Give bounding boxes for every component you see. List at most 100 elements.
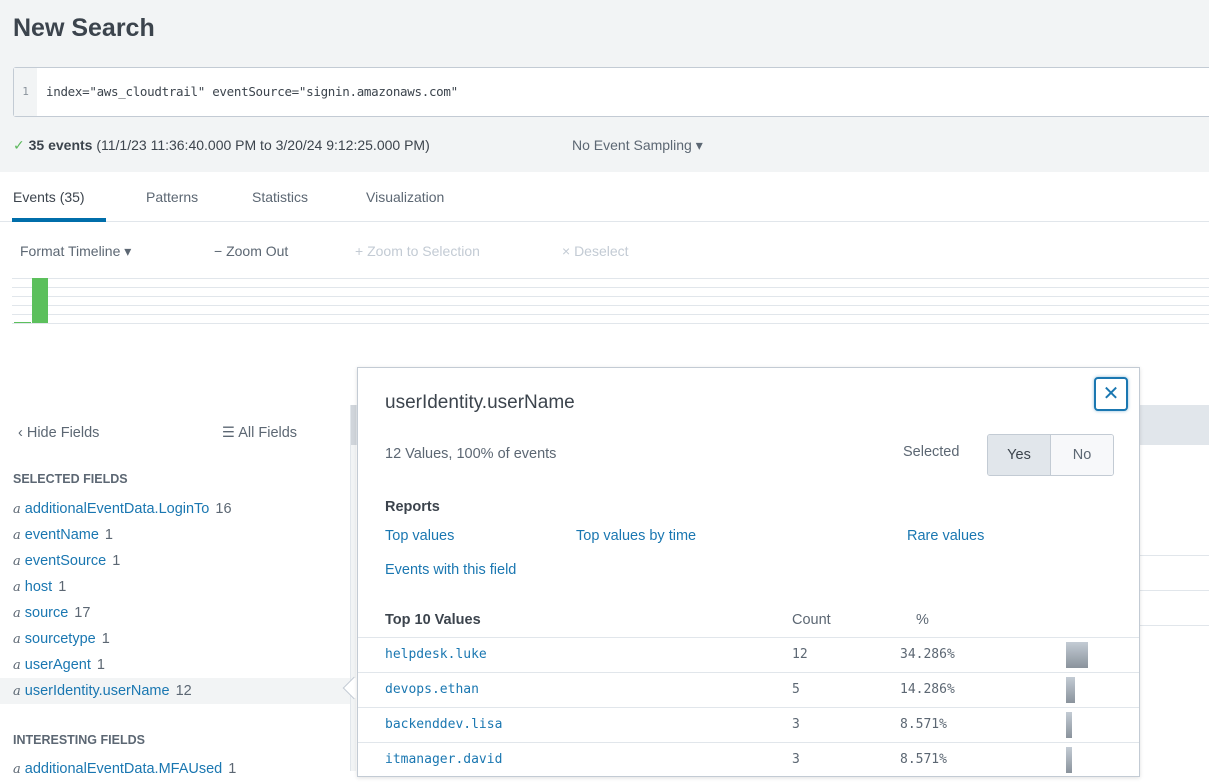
string-type-icon: a bbox=[13, 554, 21, 569]
field-count: 1 bbox=[58, 579, 67, 595]
fields-sidebar: ‹ Hide Fields ☰ All Fields SELECTED FIEL… bbox=[0, 403, 350, 777]
field-name[interactable]: sourcetype bbox=[25, 631, 96, 647]
field-count: 16 bbox=[215, 501, 232, 517]
top-values-link[interactable]: Top values bbox=[385, 528, 454, 544]
value-link[interactable]: backenddev.lisa bbox=[385, 717, 502, 732]
percent-bar bbox=[1066, 712, 1072, 738]
selected-toggle: Yes No bbox=[987, 434, 1114, 476]
values-summary: 12 Values, 100% of events bbox=[385, 446, 557, 462]
string-type-icon: a bbox=[13, 658, 21, 673]
table-row[interactable]: itmanager.david 3 8.571% bbox=[358, 742, 1139, 777]
field-item[interactable]: a additionalEventData.MFAUsed 1 bbox=[0, 756, 350, 782]
value-link[interactable]: itmanager.david bbox=[385, 752, 502, 767]
percent-header: % bbox=[916, 612, 929, 628]
deselect-button[interactable]: × Deselect bbox=[562, 243, 629, 259]
page-title: New Search bbox=[13, 14, 155, 42]
active-tab-indicator bbox=[12, 218, 106, 222]
search-input[interactable]: 1 index="aws_cloudtrail" eventSource="si… bbox=[13, 67, 1209, 117]
value-percent: 34.286% bbox=[900, 647, 955, 662]
timeline-gridline bbox=[12, 323, 1209, 324]
field-name[interactable]: additionalEventData.MFAUsed bbox=[25, 761, 222, 777]
tab-visualization[interactable]: Visualization bbox=[366, 189, 444, 205]
field-item[interactable]: a userAgent 1 bbox=[0, 652, 350, 678]
search-header: New Search 1 index="aws_cloudtrail" even… bbox=[0, 0, 1209, 172]
string-type-icon: a bbox=[13, 684, 21, 699]
value-percent: 8.571% bbox=[900, 752, 947, 767]
zoom-out-button[interactable]: − Zoom Out bbox=[214, 243, 288, 259]
event-sampling-dropdown[interactable]: No Event Sampling ▾ bbox=[572, 137, 703, 154]
field-item[interactable]: a host 1 bbox=[0, 574, 350, 600]
divider bbox=[1140, 625, 1209, 626]
value-count: 3 bbox=[792, 717, 800, 732]
field-item[interactable]: a userIdentity.userName 12 bbox=[0, 678, 350, 704]
field-item[interactable]: a eventName 1 bbox=[0, 522, 350, 548]
field-name[interactable]: host bbox=[25, 579, 52, 595]
selected-label: Selected bbox=[903, 444, 960, 460]
field-item[interactable]: a additionalEventData.LoginTo 16 bbox=[0, 496, 350, 522]
field-name[interactable]: eventName bbox=[25, 527, 99, 543]
value-link[interactable]: devops.ethan bbox=[385, 682, 479, 697]
table-row[interactable]: devops.ethan 5 14.286% bbox=[358, 672, 1139, 707]
popover-title: userIdentity.userName bbox=[385, 392, 575, 413]
percent-bar bbox=[1066, 677, 1075, 703]
field-count: 12 bbox=[175, 683, 192, 699]
selected-yes-button[interactable]: Yes bbox=[988, 435, 1051, 475]
event-count: 35 events bbox=[28, 137, 93, 153]
field-count: 17 bbox=[74, 605, 91, 621]
search-status: ✓ 35 events (11/1/23 11:36:40.000 PM to … bbox=[13, 137, 430, 154]
value-count: 12 bbox=[792, 647, 808, 662]
field-item[interactable]: a source 17 bbox=[0, 600, 350, 626]
selected-no-button[interactable]: No bbox=[1051, 435, 1113, 475]
percent-bar bbox=[1066, 747, 1072, 773]
string-type-icon: a bbox=[13, 606, 21, 621]
field-name[interactable]: additionalEventData.LoginTo bbox=[25, 501, 210, 517]
timeline-gridline bbox=[12, 296, 1209, 297]
string-type-icon: a bbox=[13, 502, 21, 517]
field-name[interactable]: eventSource bbox=[25, 553, 106, 569]
table-row[interactable]: helpdesk.luke 12 34.286% bbox=[358, 637, 1139, 672]
divider bbox=[1140, 590, 1209, 591]
tab-statistics[interactable]: Statistics bbox=[252, 189, 308, 205]
search-query[interactable]: index="aws_cloudtrail" eventSource="sign… bbox=[46, 68, 458, 116]
field-count: 1 bbox=[96, 657, 105, 673]
sidebar-scrollbar[interactable] bbox=[350, 405, 357, 771]
hide-fields-button[interactable]: ‹ Hide Fields bbox=[18, 425, 99, 441]
timeline-gridline bbox=[12, 314, 1209, 315]
format-timeline-dropdown[interactable]: Format Timeline ▾ bbox=[20, 243, 131, 260]
field-count: 1 bbox=[112, 553, 121, 569]
check-icon: ✓ bbox=[13, 137, 25, 153]
rare-values-link[interactable]: Rare values bbox=[907, 528, 984, 544]
event-timeline[interactable] bbox=[12, 278, 1209, 324]
top-values-by-time-link[interactable]: Top values by time bbox=[576, 528, 696, 544]
timeline-gridline bbox=[12, 278, 1209, 279]
field-item[interactable]: a sourcetype 1 bbox=[0, 626, 350, 652]
string-type-icon: a bbox=[13, 762, 21, 777]
string-type-icon: a bbox=[13, 580, 21, 595]
events-with-field-link[interactable]: Events with this field bbox=[385, 562, 516, 578]
tab-events[interactable]: Events (35) bbox=[13, 189, 85, 205]
close-icon[interactable]: ✕ bbox=[1094, 377, 1128, 411]
timeline-gridline bbox=[12, 287, 1209, 288]
value-percent: 8.571% bbox=[900, 717, 947, 732]
time-range: (11/1/23 11:36:40.000 PM to 3/20/24 9:12… bbox=[96, 137, 430, 153]
value-link[interactable]: helpdesk.luke bbox=[385, 647, 487, 662]
field-count: 1 bbox=[104, 527, 113, 543]
tab-patterns[interactable]: Patterns bbox=[146, 189, 198, 205]
timeline-gridline bbox=[12, 305, 1209, 306]
timeline-bar[interactable] bbox=[14, 322, 31, 323]
percent-bar bbox=[1066, 642, 1088, 668]
field-count: 1 bbox=[228, 761, 237, 777]
zoom-to-selection-button[interactable]: + Zoom to Selection bbox=[355, 243, 480, 259]
all-fields-button[interactable]: ☰ All Fields bbox=[222, 425, 297, 441]
table-row[interactable]: backenddev.lisa 3 8.571% bbox=[358, 707, 1139, 742]
selected-fields-heading: SELECTED FIELDS bbox=[13, 472, 128, 486]
field-item[interactable]: a eventSource 1 bbox=[0, 548, 350, 574]
field-count: 1 bbox=[101, 631, 110, 647]
top-values-header: Top 10 Values bbox=[385, 612, 481, 628]
line-number: 1 bbox=[14, 68, 37, 116]
field-name[interactable]: userAgent bbox=[25, 657, 91, 673]
field-name[interactable]: source bbox=[25, 605, 69, 621]
timeline-bar[interactable] bbox=[32, 278, 48, 323]
reports-heading: Reports bbox=[385, 499, 440, 515]
field-name[interactable]: userIdentity.userName bbox=[25, 683, 170, 699]
